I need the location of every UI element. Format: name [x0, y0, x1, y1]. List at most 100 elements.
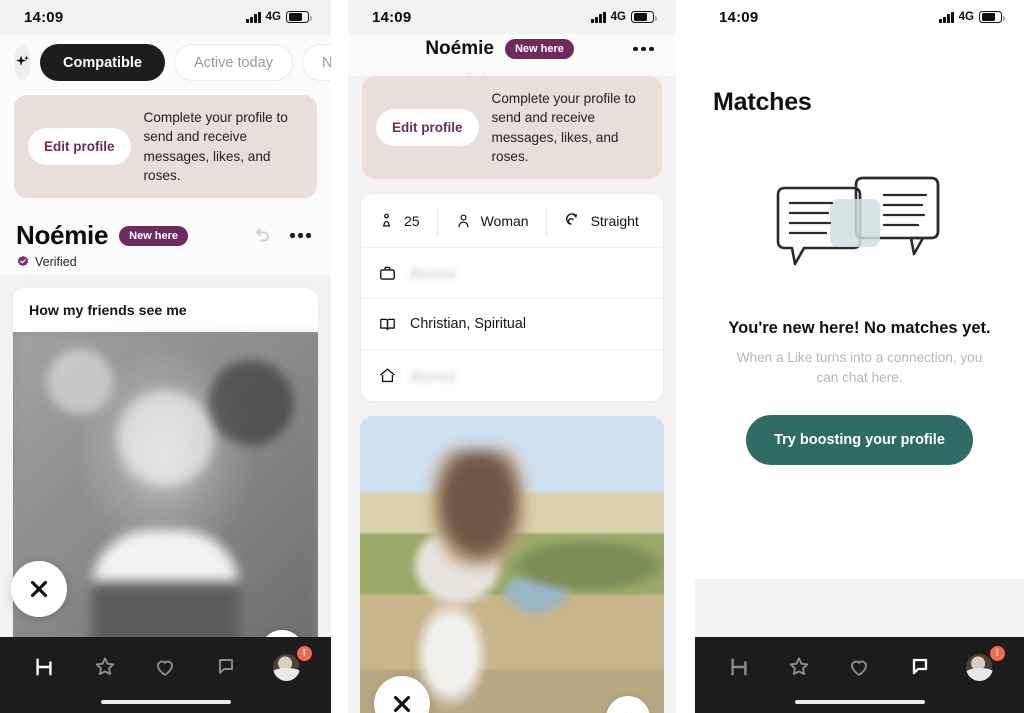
nav-item-likes-you[interactable] [838, 649, 880, 685]
hinge-h-icon [731, 658, 747, 676]
page-title: Matches [713, 88, 812, 116]
attribute-orientation: Straight [547, 206, 656, 236]
nav-item-profile[interactable]: ! [266, 646, 312, 685]
profile-name-row: Noémie New here [0, 198, 331, 251]
attribute-row-work: Blurred [361, 248, 663, 300]
home-indicator [794, 699, 925, 705]
status-bar: 14:09 4G [695, 0, 1024, 34]
notification-badge: ! [989, 646, 1005, 661]
heart-icon [851, 660, 868, 676]
gender-person-icon [458, 214, 469, 227]
empty-state-title: You're new here! No matches yet. [728, 319, 991, 337]
phone-screen-profile-detail: 14:09 4G Noémie New here L'amour Edit pr… [348, 0, 676, 713]
attribute-value: Blurred [410, 367, 456, 384]
battery-icon [979, 11, 1005, 23]
dislike-button[interactable] [11, 561, 67, 617]
discover-body: Compatible Active today Nearby Edit prof… [0, 34, 331, 713]
attribute-value: Woman [480, 212, 529, 229]
close-x-icon [393, 696, 411, 713]
battery-icon [286, 11, 312, 23]
notification-badge: ! [296, 646, 312, 661]
prompt-card: How my friends see me [12, 287, 319, 688]
profile-photo-color[interactable] [360, 416, 664, 713]
nav-icon-row: ! [695, 637, 1024, 691]
verified-badge-icon [17, 256, 29, 267]
filter-chip-compatible[interactable]: Compatible [40, 44, 165, 81]
undo-arrow-icon[interactable] [251, 225, 273, 247]
nav-item-matches[interactable] [899, 649, 941, 685]
status-indicators: 4G [939, 11, 1005, 23]
sparkle-icon [16, 55, 29, 67]
like-button[interactable] [606, 696, 650, 713]
briefcase-icon [380, 266, 395, 280]
attribute-age: 25 [361, 205, 438, 236]
nav-item-profile[interactable]: ! [959, 646, 1005, 685]
new-here-badge: New here [504, 39, 574, 59]
attribute-row-hometown: Blurred [361, 350, 663, 401]
battery-icon [631, 11, 657, 23]
star-icon [95, 657, 115, 676]
hinge-h-icon [36, 658, 52, 676]
network-label: 4G [610, 11, 626, 23]
bottom-navigation: ! [695, 637, 1024, 713]
attribute-value: 25 [404, 212, 420, 229]
boost-profile-button[interactable]: Try boosting your profile [746, 414, 973, 465]
nav-item-discover[interactable] [718, 649, 760, 685]
attribute-gender: Woman [438, 205, 547, 236]
chat-bubbles-illustration [776, 176, 939, 266]
matches-body: Matches You're new here! No matches yet.… [695, 34, 1024, 713]
filter-chip-active-today[interactable]: Active today [173, 44, 293, 81]
complete-profile-text: Complete your profile to send and receiv… [491, 91, 636, 164]
profile-photo-bw[interactable] [13, 332, 318, 687]
nav-item-standouts[interactable] [778, 649, 820, 685]
nav-icon-row: ! [0, 637, 331, 691]
height-person-icon [382, 213, 391, 227]
network-label: 4G [265, 11, 281, 23]
sparkle-filter-button[interactable] [14, 44, 31, 81]
status-time: 14:09 [24, 8, 64, 26]
complete-profile-banner: Edit profile Complete your profile to se… [362, 76, 662, 180]
discover-top-section: Compatible Active today Nearby Edit prof… [0, 34, 331, 276]
bottom-navigation: ! [0, 637, 331, 713]
nav-item-likes-you[interactable] [144, 649, 186, 685]
filter-chip-nearby[interactable]: Nearby [301, 44, 331, 81]
profile-detail-title-wrap: Noémie New here [366, 38, 633, 60]
home-indicator-wrap [695, 691, 1024, 713]
edit-profile-button[interactable]: Edit profile [28, 128, 131, 166]
chat-bubble-icon [219, 659, 234, 674]
profile-attributes-card: 25 Woman Straight Blurred Christian, Spi… [360, 193, 664, 403]
filter-chip-label: Compatible [63, 54, 142, 71]
attribute-value: Christian, Spiritual [410, 316, 527, 333]
signal-bars-icon [246, 11, 261, 23]
status-bar: 14:09 4G [0, 0, 331, 34]
panel-divider [676, 0, 695, 713]
nav-item-standouts[interactable] [84, 649, 126, 685]
screenshot-root: 14:09 4G Compatible Active today N Edit … [0, 0, 1024, 713]
avatar-icon [966, 653, 994, 681]
more-options-icon[interactable] [290, 233, 311, 238]
home-indicator [100, 699, 231, 705]
filter-chip-label: Nearby [321, 54, 331, 71]
nav-item-discover[interactable] [23, 649, 65, 685]
status-indicators: 4G [246, 11, 312, 23]
filter-chip-label: Active today [193, 54, 273, 71]
home-icon [380, 368, 395, 383]
prompt-title: How my friends see me [29, 303, 187, 320]
empty-state-subtitle: When a Like turns into a connection, you… [736, 350, 983, 386]
status-time: 14:09 [719, 8, 759, 26]
edit-profile-button[interactable]: Edit profile [376, 109, 479, 147]
attributes-scroll-row[interactable]: 25 Woman Straight [361, 194, 663, 249]
close-x-icon [30, 580, 48, 598]
star-icon [790, 657, 809, 676]
attribute-value: Straight [590, 212, 639, 229]
status-indicators: 4G [591, 11, 657, 23]
heart-icon [157, 660, 174, 676]
more-options-icon[interactable] [633, 46, 654, 52]
filter-chip-row[interactable]: Compatible Active today Nearby [0, 34, 331, 95]
dislike-button[interactable] [374, 676, 430, 713]
verified-label: Verified [35, 255, 77, 270]
status-bar: 14:09 4G [348, 0, 676, 34]
new-here-badge: New here [119, 225, 189, 246]
book-religion-icon [380, 318, 395, 330]
nav-item-matches[interactable] [205, 649, 247, 685]
